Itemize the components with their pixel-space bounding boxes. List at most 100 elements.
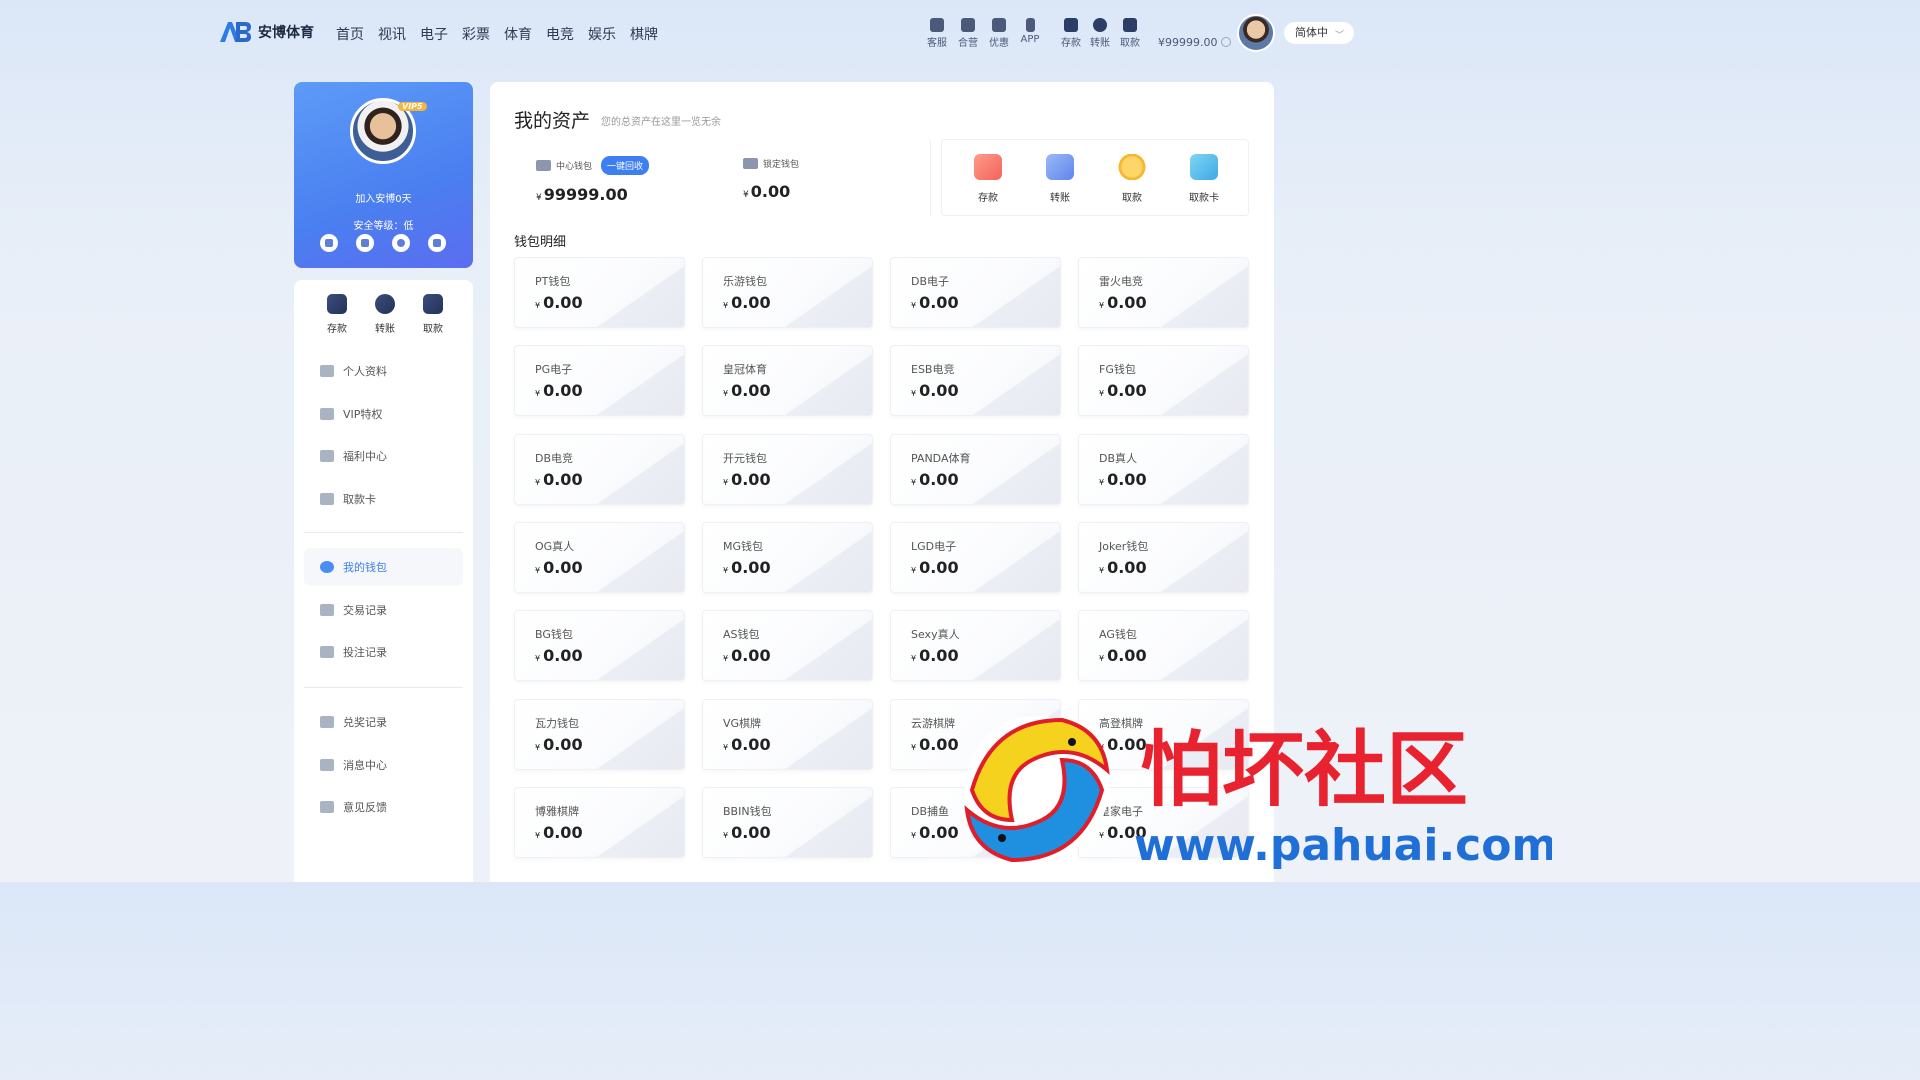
nav-link[interactable]: 棋牌 [630, 24, 658, 44]
wallet-card[interactable]: FG钱包 ¥0.00 [1078, 345, 1249, 417]
top-transfer-button[interactable]: 转账 [1085, 18, 1115, 49]
transfer-icon [375, 294, 395, 314]
card-decoration [970, 531, 1060, 592]
user-avatar[interactable] [1237, 14, 1275, 52]
bank-card-verify-icon[interactable] [428, 234, 446, 252]
card-decoration [782, 708, 872, 769]
nav-link[interactable]: 娱乐 [588, 24, 616, 44]
promo-button[interactable]: 优惠 [984, 18, 1014, 49]
wallet-amount: ¥0.00 [723, 822, 771, 842]
sidebar-item-bets[interactable]: 投注记录 [304, 633, 463, 671]
menu-divider [304, 532, 463, 533]
wallet-name: 雷火电竞 [1099, 275, 1143, 288]
nav-link[interactable]: 视讯 [378, 24, 406, 44]
wallet-amount: ¥0.00 [535, 557, 583, 577]
transfer-icon [1046, 154, 1074, 180]
one-click-recall-button[interactable]: 一键回收 [601, 156, 650, 175]
wallet-amount: ¥0.00 [911, 469, 959, 489]
top-withdraw-button[interactable]: 取款 [1115, 18, 1145, 49]
card-decoration [594, 531, 684, 592]
wallet-name: DB电竞 [535, 451, 574, 465]
bets-icon [320, 646, 334, 658]
transfer-button[interactable]: 转账 [1040, 154, 1080, 205]
wallet-amount: ¥0.00 [723, 381, 771, 401]
sidebar-item-profile[interactable]: 个人资料 [304, 352, 463, 390]
wallet-card[interactable]: OG真人 ¥0.00 [514, 521, 685, 593]
watermark-title: 怕坏社区 [1140, 723, 1468, 818]
wallet-amount: ¥0.00 [911, 293, 959, 312]
quick-withdraw-button[interactable]: 取款 [420, 294, 446, 336]
sidebar-item-redeem-records[interactable]: 兑奖记录 [304, 703, 463, 741]
customer-service-button[interactable]: 客服 [922, 18, 952, 49]
card-decoration [1158, 355, 1248, 416]
withdraw-button[interactable]: 取款 [1112, 154, 1152, 205]
wallet-name: LGD电子 [911, 539, 957, 553]
withdraw-card-button[interactable]: 取款卡 [1184, 154, 1224, 205]
app-button[interactable]: APP [1015, 18, 1045, 45]
nav-link[interactable]: 体育 [504, 24, 532, 44]
wallet-card[interactable]: DB电竞 ¥0.00 [514, 433, 685, 505]
brand-logo[interactable]: 安博体育 [218, 20, 314, 44]
wallet-card[interactable]: 博雅棋牌 ¥0.00 [514, 786, 685, 858]
wallet-card[interactable]: BBIN钱包 ¥0.00 [702, 786, 873, 858]
wallet-amount: ¥0.00 [911, 646, 959, 666]
wallet-card[interactable]: DB电子 ¥0.00 [890, 257, 1061, 328]
card-decoration [594, 267, 684, 327]
watermark: 怕坏社区 www.pahuai.com [964, 716, 1552, 870]
wallet-card[interactable]: Sexy真人 ¥0.00 [890, 610, 1061, 682]
wallet-name: Joker钱包 [1099, 539, 1149, 553]
partner-button[interactable]: 合营 [953, 18, 983, 49]
sidebar-item-transactions[interactable]: 交易记录 [304, 591, 463, 629]
sidebar-item-welfare[interactable]: 福利中心 [304, 437, 463, 475]
sidebar-item-vip[interactable]: VIP特权 [304, 395, 463, 433]
redeem-records-icon [320, 716, 334, 728]
wallet-card[interactable]: DB真人 ¥0.00 [1078, 433, 1249, 505]
sidebar-item-messages[interactable]: 消息中心 [304, 746, 463, 784]
join-days: 加入安博0天 [355, 194, 412, 205]
wallet-card[interactable]: PANDA体育 ¥0.00 [890, 433, 1061, 505]
wallet-card[interactable]: VG棋牌 ¥0.00 [702, 698, 873, 770]
wallet-card[interactable]: 皇冠体育 ¥0.00 [702, 345, 873, 417]
sidebar-item-feedback[interactable]: 意见反馈 [304, 788, 463, 826]
wallet-card[interactable]: LGD电子 ¥0.00 [890, 521, 1061, 593]
wallet-card[interactable]: 雷火电竞 ¥0.00 [1078, 257, 1249, 328]
sidebar-item-my-wallet[interactable]: 我的钱包 [304, 548, 463, 586]
wallet-card[interactable]: AS钱包 ¥0.00 [702, 610, 873, 682]
card-decoration [1158, 531, 1248, 592]
wallet-detail-title: 钱包明细 [514, 235, 567, 250]
wallet-card[interactable]: AG钱包 ¥0.00 [1078, 610, 1249, 682]
wallet-amount: ¥0.00 [535, 822, 583, 842]
wallet-card[interactable]: Joker钱包 ¥0.00 [1078, 521, 1249, 593]
wallet-amount: ¥0.00 [911, 381, 959, 401]
menu-divider [304, 687, 463, 688]
deposit-button[interactable]: 存款 [968, 154, 1008, 205]
wallet-amount: ¥0.00 [535, 734, 583, 754]
email-verify-icon[interactable] [356, 234, 374, 252]
headset-icon [930, 18, 944, 32]
wallet-icon [536, 160, 551, 171]
wallet-card[interactable]: 开元钱包 ¥0.00 [702, 433, 873, 505]
wallet-amount: ¥0.00 [723, 646, 771, 666]
top-deposit-button[interactable]: 存款 [1056, 18, 1086, 49]
ab-logo-icon [220, 22, 251, 42]
wallet-card[interactable]: BG钱包 ¥0.00 [514, 610, 685, 682]
wallet-card[interactable]: ESB电竞 ¥0.00 [890, 345, 1061, 417]
phone-verify-icon[interactable] [320, 234, 338, 252]
nav-link[interactable]: 首页 [336, 24, 364, 44]
language-select[interactable]: 简体中 ﹀ [1284, 22, 1354, 44]
card-decoration [782, 620, 872, 681]
wallet-card[interactable]: PG电子 ¥0.00 [514, 345, 685, 417]
identity-verify-icon[interactable] [392, 234, 410, 252]
wallet-card[interactable]: MG钱包 ¥0.00 [702, 521, 873, 593]
nav-link[interactable]: 电子 [420, 24, 448, 44]
sidebar-item-withdraw-card[interactable]: 取款卡 [304, 480, 463, 518]
quick-transfer-button[interactable]: 转账 [372, 294, 398, 336]
refresh-icon[interactable] [1220, 37, 1231, 47]
wallet-card[interactable]: 乐游钱包 ¥0.00 [702, 257, 873, 328]
wallet-card[interactable]: 瓦力钱包 ¥0.00 [514, 698, 685, 770]
nav-link[interactable]: 彩票 [462, 24, 490, 44]
nav-link[interactable]: 电竞 [546, 24, 574, 44]
quick-deposit-button[interactable]: 存款 [324, 294, 350, 336]
page-subtitle: 您的总资产在这里一览无余 [601, 117, 721, 128]
wallet-card[interactable]: PT钱包 ¥0.00 [514, 257, 685, 328]
